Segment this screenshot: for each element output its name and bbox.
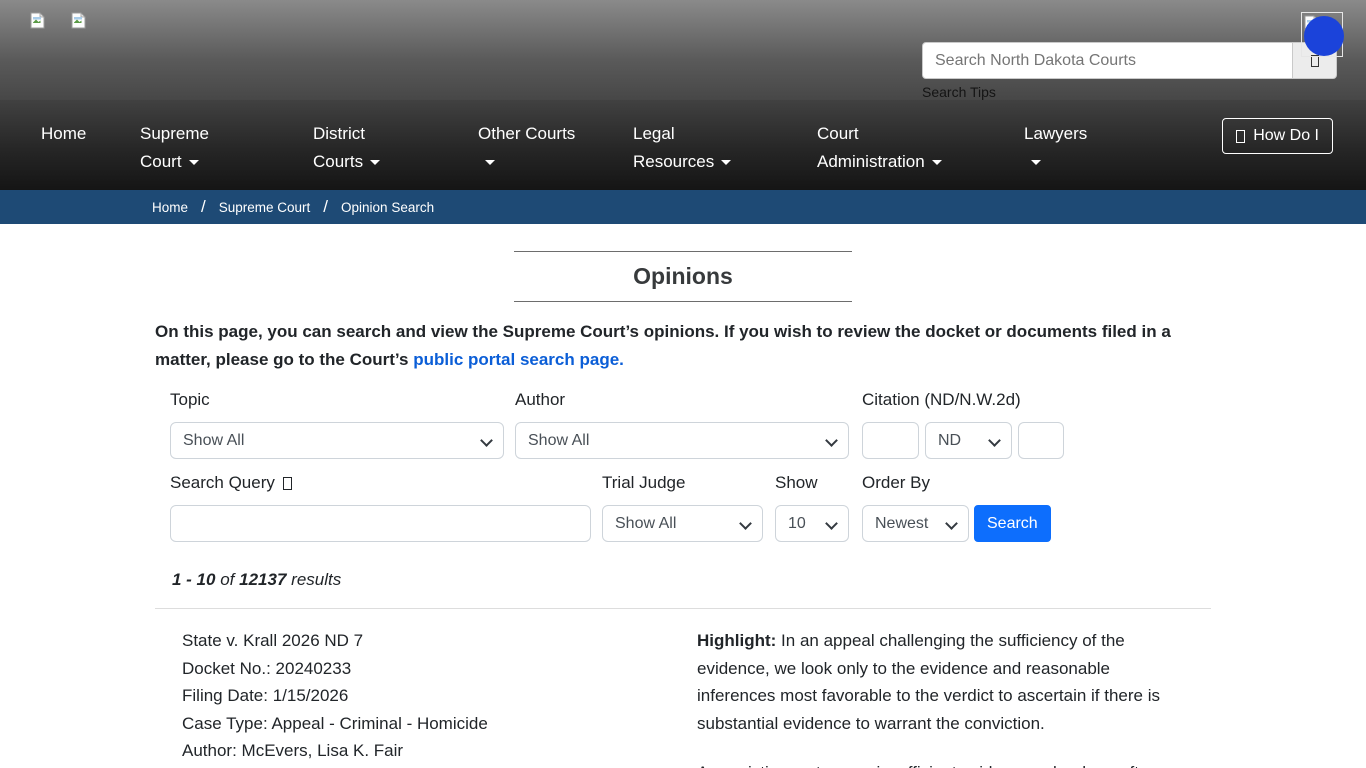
nav-label: Lawyers bbox=[1024, 120, 1184, 148]
highlight-more-text: A conviction rests upon insufficient evi… bbox=[697, 759, 1175, 768]
results-of: of bbox=[220, 570, 234, 589]
nav-item-home[interactable]: Home bbox=[41, 120, 140, 148]
chevron-down-icon bbox=[485, 160, 495, 165]
nav-label: District bbox=[313, 120, 478, 148]
breadcrumb-separator: / bbox=[201, 197, 206, 217]
result-filing-date: Filing Date: 1/15/2026 bbox=[182, 682, 697, 710]
accessibility-button[interactable] bbox=[1304, 16, 1344, 56]
breadcrumb-supreme-court[interactable]: Supreme Court bbox=[219, 200, 311, 215]
search-query-label: Search Query bbox=[170, 473, 591, 493]
how-do-i-button[interactable]: How Do I bbox=[1222, 118, 1333, 154]
search-form-row-2: Search Query Trial Judge Show All Show 1… bbox=[155, 473, 1211, 542]
results-total: 12137 bbox=[239, 570, 286, 589]
breadcrumb-home[interactable]: Home bbox=[152, 200, 188, 215]
main-nav: Home Supreme Court District Courts Other… bbox=[0, 100, 1366, 190]
page-title: Opinions bbox=[514, 263, 852, 290]
result-metadata: State v. Krall 2026 ND 7 Docket No.: 202… bbox=[155, 627, 697, 768]
chevron-down-icon bbox=[721, 160, 731, 165]
results-count: 1 - 10 of 12137 results bbox=[155, 570, 1211, 590]
nav-label: Supreme bbox=[140, 120, 313, 148]
search-query-group: Search Query bbox=[170, 473, 591, 542]
result-item: State v. Krall 2026 ND 7 Docket No.: 202… bbox=[155, 609, 1211, 768]
header: Search Tips bbox=[0, 0, 1366, 100]
citation-reporter-select[interactable]: ND bbox=[925, 422, 1012, 459]
intro-paragraph: On this page, you can search and view th… bbox=[155, 318, 1200, 374]
search-form-row-1: Topic Show All Author Show All Citation … bbox=[155, 390, 1211, 459]
nav-label: Home bbox=[41, 120, 140, 148]
result-docket: Docket No.: 20240233 bbox=[182, 655, 697, 683]
nav-label: Courts bbox=[313, 152, 363, 171]
accessibility-widget bbox=[1301, 12, 1343, 57]
citation-label: Citation (ND/N.W.2d) bbox=[862, 390, 1064, 410]
trial-judge-label: Trial Judge bbox=[602, 473, 763, 493]
intro-text: On this page, you can search and view th… bbox=[155, 322, 1171, 369]
nav-item-supreme-court[interactable]: Supreme Court bbox=[140, 120, 313, 176]
breadcrumb-opinion-search: Opinion Search bbox=[341, 200, 434, 215]
topic-label: Topic bbox=[170, 390, 504, 410]
breadcrumb-separator: / bbox=[323, 197, 328, 217]
question-icon bbox=[1236, 130, 1245, 143]
how-do-i-label: How Do I bbox=[1253, 127, 1319, 145]
nav-label: Administration bbox=[817, 152, 925, 171]
results-word: results bbox=[291, 570, 341, 589]
chevron-down-icon bbox=[1031, 160, 1041, 165]
highlight-label: Highlight: bbox=[697, 631, 776, 650]
author-select[interactable]: Show All bbox=[515, 422, 849, 459]
trial-judge-group: Trial Judge Show All bbox=[602, 473, 763, 542]
citation-number-input[interactable] bbox=[1018, 422, 1064, 459]
nav-item-legal-resources[interactable]: Legal Resources bbox=[633, 120, 817, 176]
order-by-label: Order By bbox=[862, 473, 969, 493]
nav-label: Court bbox=[817, 120, 1024, 148]
citation-group: Citation (ND/N.W.2d) ND bbox=[862, 390, 1064, 459]
broken-image-icon[interactable] bbox=[30, 12, 45, 29]
topic-group: Topic Show All bbox=[170, 390, 504, 459]
nav-item-lawyers[interactable]: Lawyers bbox=[1024, 120, 1184, 176]
nav-label: Legal bbox=[633, 120, 817, 148]
result-author: Author: McEvers, Lisa K. Fair bbox=[182, 737, 697, 765]
chevron-down-icon bbox=[370, 160, 380, 165]
breadcrumb: Home / Supreme Court / Opinion Search bbox=[0, 190, 1366, 224]
author-group: Author Show All bbox=[515, 390, 849, 459]
author-label: Author bbox=[515, 390, 849, 410]
result-highlight: Highlight: In an appeal challenging the … bbox=[697, 627, 1175, 768]
results-range: 1 - 10 bbox=[172, 570, 215, 589]
search-query-input[interactable] bbox=[170, 505, 591, 542]
nav-item-district-courts[interactable]: District Courts bbox=[313, 120, 478, 176]
order-by-group: Order By Newest bbox=[862, 473, 969, 542]
page-title-box: Opinions bbox=[514, 251, 852, 302]
show-count-select[interactable]: 10 bbox=[775, 505, 849, 542]
result-case-title[interactable]: State v. Krall 2026 ND 7 bbox=[182, 627, 697, 655]
show-group: Show 10 bbox=[775, 473, 849, 542]
nav-label: Other Courts bbox=[478, 120, 633, 148]
info-icon bbox=[283, 477, 292, 490]
citation-year-input[interactable] bbox=[862, 422, 919, 459]
order-by-select[interactable]: Newest bbox=[862, 505, 969, 542]
trial-judge-select[interactable]: Show All bbox=[602, 505, 763, 542]
site-search-input[interactable] bbox=[922, 42, 1293, 79]
nav-item-court-administration[interactable]: Court Administration bbox=[817, 120, 1024, 176]
chevron-down-icon bbox=[932, 160, 942, 165]
header-search bbox=[922, 42, 1337, 79]
topic-select[interactable]: Show All bbox=[170, 422, 504, 459]
logo-strip bbox=[30, 12, 86, 29]
broken-image-icon[interactable] bbox=[71, 12, 86, 29]
search-button[interactable]: Search bbox=[974, 505, 1051, 542]
nav-label: Resources bbox=[633, 152, 714, 171]
nav-label: Court bbox=[140, 152, 182, 171]
search-query-label-text: Search Query bbox=[170, 473, 275, 493]
result-case-type: Case Type: Appeal - Criminal - Homicide bbox=[182, 710, 697, 738]
public-portal-link[interactable]: public portal search page. bbox=[413, 350, 624, 369]
main-content: Opinions On this page, you can search an… bbox=[0, 251, 1211, 768]
search-tips-link[interactable]: Search Tips bbox=[922, 84, 996, 100]
nav-item-other-courts[interactable]: Other Courts bbox=[478, 120, 633, 176]
chevron-down-icon bbox=[189, 160, 199, 165]
show-label: Show bbox=[775, 473, 849, 493]
